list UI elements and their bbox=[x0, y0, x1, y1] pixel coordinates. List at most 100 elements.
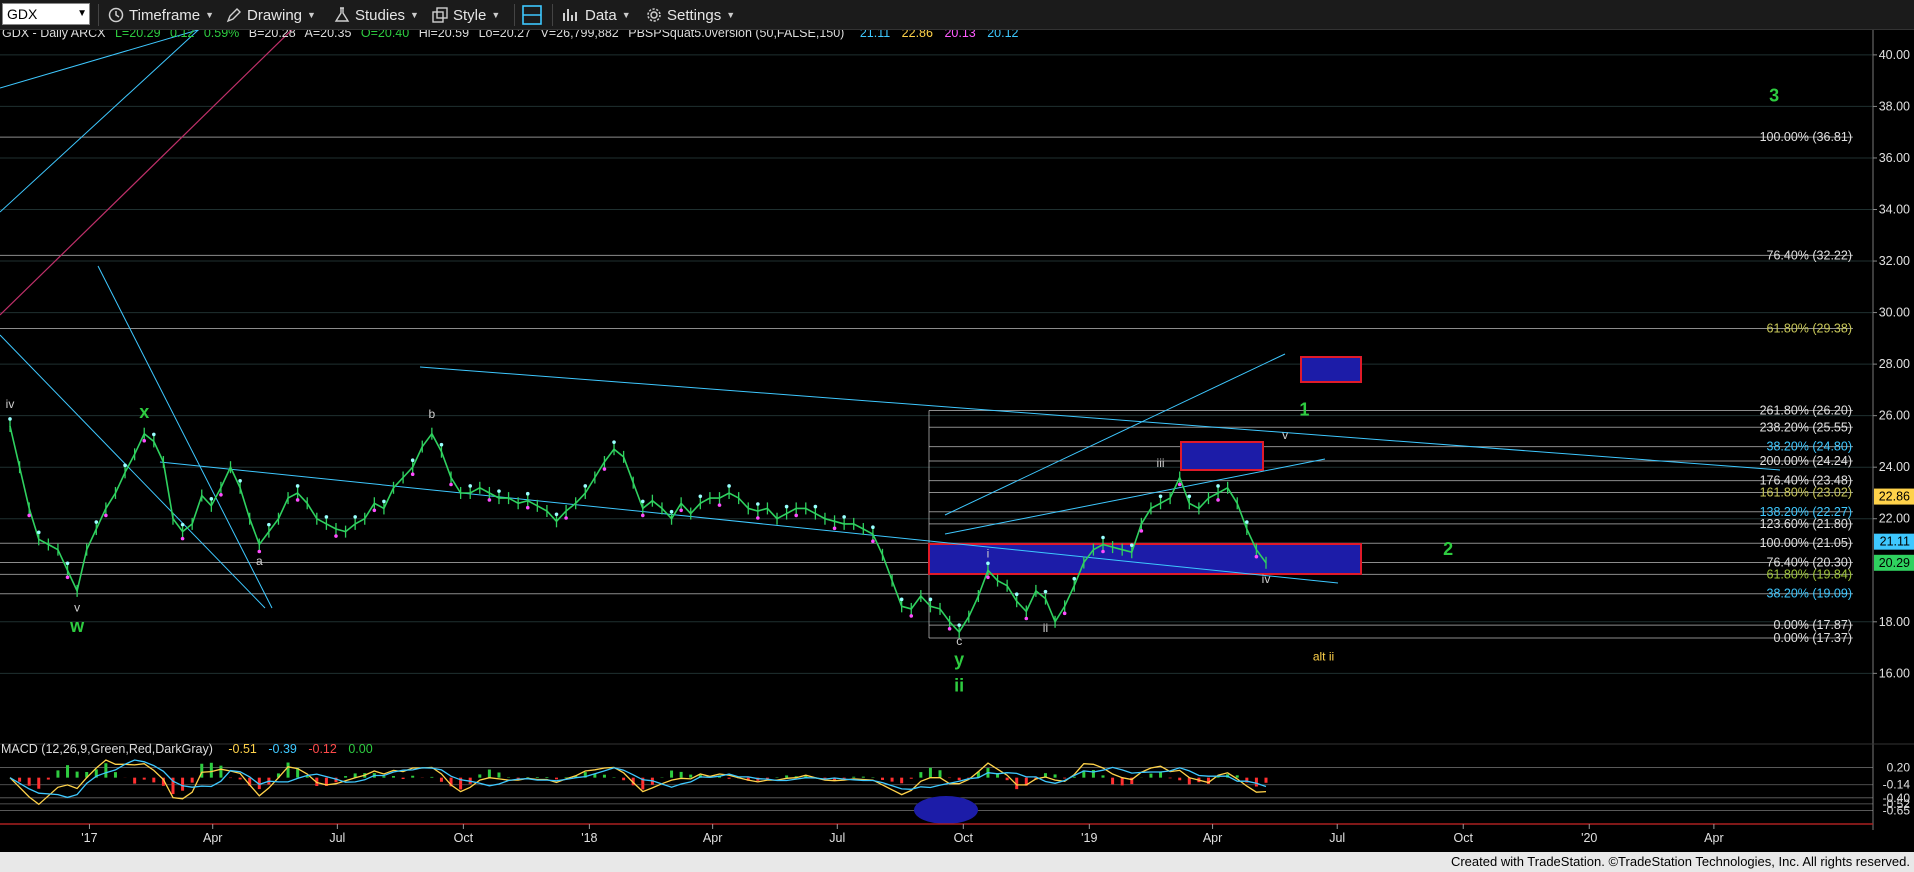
chevron-down-icon: ▼ bbox=[621, 10, 631, 20]
fib-label: 161.80% (23.02) bbox=[1760, 485, 1852, 499]
pivot-dot bbox=[267, 522, 271, 527]
wave-label: x bbox=[139, 402, 149, 422]
trendline bbox=[944, 353, 1286, 516]
trendline bbox=[0, 30, 199, 213]
fib-label: 0.00% (17.37) bbox=[1773, 631, 1852, 645]
pivot-dot bbox=[564, 516, 568, 520]
timeframe-label: Timeframe bbox=[129, 6, 201, 24]
macd-panel: 0.20-0.14-0.40-0.52-0.65 bbox=[0, 743, 1914, 824]
pivot-dot bbox=[382, 499, 386, 504]
price-tag-label: 21.11 bbox=[1880, 535, 1910, 549]
wave-label: v bbox=[74, 601, 80, 615]
pivot-dot bbox=[842, 515, 846, 519]
pivot-dot bbox=[1139, 529, 1144, 533]
wave-label: 2 bbox=[1443, 539, 1453, 559]
pivot-dot bbox=[295, 484, 300, 488]
pivot-dot bbox=[794, 513, 798, 518]
drawing-button[interactable]: Drawing ▼ bbox=[226, 4, 316, 26]
macd-label: MACD (12,26,9,Green,Red,DarkGray) bbox=[1, 742, 213, 756]
pivot-dot bbox=[899, 597, 904, 602]
grid bbox=[0, 54, 1873, 674]
style-button[interactable]: Style ▼ bbox=[432, 4, 500, 26]
wave-label: i bbox=[987, 546, 990, 560]
wave-labels: iv x bavwiiiiiiivcyii1v23alt ii bbox=[6, 85, 1779, 695]
price-line bbox=[9, 425, 1267, 634]
studies-button[interactable]: Studies ▼ bbox=[334, 4, 419, 26]
clock-icon bbox=[108, 7, 124, 23]
fib-label: 76.40% (32.22) bbox=[1767, 248, 1852, 262]
pivot-dot bbox=[439, 442, 444, 447]
fib-label: 200.00% (24.24) bbox=[1760, 454, 1852, 468]
wave-label: 3 bbox=[1769, 85, 1779, 105]
fib-label: 100.00% (21.05) bbox=[1760, 536, 1852, 550]
pivot-dot bbox=[756, 502, 760, 506]
pivot-dot bbox=[832, 526, 837, 531]
pivot-dot bbox=[756, 516, 760, 520]
pivot-dot bbox=[698, 494, 703, 499]
macd-tick-label: -0.14 bbox=[1883, 778, 1911, 792]
pivot-dot bbox=[65, 575, 70, 580]
pivot-dot bbox=[410, 472, 415, 476]
time-axis-label: Jul bbox=[829, 831, 845, 845]
pivot-dot bbox=[957, 623, 961, 627]
symbol-title: GDX - Daily ARCX bbox=[2, 30, 106, 40]
axis-tick-label: 24.00 bbox=[1879, 460, 1910, 474]
axis-tick-label: 22.00 bbox=[1879, 512, 1910, 526]
settings-button[interactable]: Settings ▼ bbox=[646, 4, 735, 26]
price-series bbox=[8, 417, 1267, 639]
toolbar-separator bbox=[552, 4, 553, 26]
bid-price: B=20.28 bbox=[249, 30, 296, 40]
chevron-down-icon[interactable]: ▼ bbox=[77, 4, 87, 24]
pivot-dot bbox=[497, 489, 501, 493]
study-value: 21.11 bbox=[860, 30, 890, 40]
alt-ii-target-box bbox=[928, 543, 1362, 575]
data-label: Data bbox=[585, 6, 617, 24]
pivot-dot bbox=[449, 482, 453, 487]
low-price: Lo=20.27 bbox=[479, 30, 532, 40]
timeframe-button[interactable]: Timeframe ▼ bbox=[108, 4, 214, 26]
layout-button[interactable] bbox=[522, 4, 542, 26]
wave-label: y bbox=[954, 650, 964, 670]
chevron-down-icon: ▼ bbox=[410, 10, 419, 20]
style-icon bbox=[432, 7, 448, 23]
wave-label: iv bbox=[1262, 572, 1271, 586]
pivot-dot bbox=[142, 438, 147, 443]
pivot-dot bbox=[334, 534, 338, 538]
wave-label: b bbox=[429, 407, 436, 421]
fib-label: 61.80% (29.38) bbox=[1767, 322, 1852, 336]
fib-label: 238.20% (25.55) bbox=[1760, 420, 1852, 434]
fib-levels: 261.80% (26.20) 238.20% (25.55) 38.20% (24… bbox=[0, 130, 1853, 645]
time-axis-label: Apr bbox=[1704, 831, 1723, 845]
time-axis: '17 Apr Jul Oct '18 Apr Jul Oct '19 Apr Jul Oct '20 A… bbox=[0, 823, 1873, 845]
symbol-input[interactable]: GDX ▼ bbox=[2, 3, 90, 25]
fib-label: 261.80% (26.20) bbox=[1760, 404, 1852, 418]
price-change-pct: 0.59% bbox=[204, 30, 239, 40]
time-axis-label: Apr bbox=[1203, 831, 1222, 845]
pivot-dot bbox=[353, 515, 357, 519]
macd-value: -0.39 bbox=[268, 742, 297, 756]
data-button[interactable]: Data ▼ bbox=[562, 4, 631, 26]
pivot-dot bbox=[8, 417, 12, 421]
open-price: O=20.40 bbox=[361, 30, 409, 40]
pivot-dot bbox=[295, 498, 300, 502]
trendline bbox=[97, 265, 273, 609]
trendline bbox=[944, 458, 1326, 535]
axis-tick-label: 36.00 bbox=[1879, 151, 1910, 165]
pivot-dot bbox=[525, 491, 530, 496]
pivot-dot bbox=[1024, 616, 1029, 621]
pivot-dot bbox=[727, 484, 731, 488]
pivot-dot bbox=[324, 515, 329, 519]
pivot-dot bbox=[1101, 549, 1105, 554]
pivot-dot bbox=[1254, 554, 1259, 559]
copyright-credit: Created with TradeStation. ©TradeStation… bbox=[1450, 854, 1910, 869]
macd-tick-label: 0.20 bbox=[1887, 761, 1911, 775]
pivot-dot bbox=[104, 513, 108, 518]
pivot-dot bbox=[986, 561, 990, 566]
chevron-down-icon: ▼ bbox=[491, 10, 501, 20]
price-chart[interactable]: 261.80% (26.20) 238.20% (25.55) 38.20% (24… bbox=[0, 30, 1914, 852]
axis-tick-label: 26.00 bbox=[1879, 409, 1910, 423]
macd-value: 0.00 bbox=[348, 742, 372, 756]
pivot-dot bbox=[813, 504, 818, 509]
fib-label: 38.20% (19.09) bbox=[1767, 587, 1852, 601]
target-boxes bbox=[928, 356, 1362, 575]
